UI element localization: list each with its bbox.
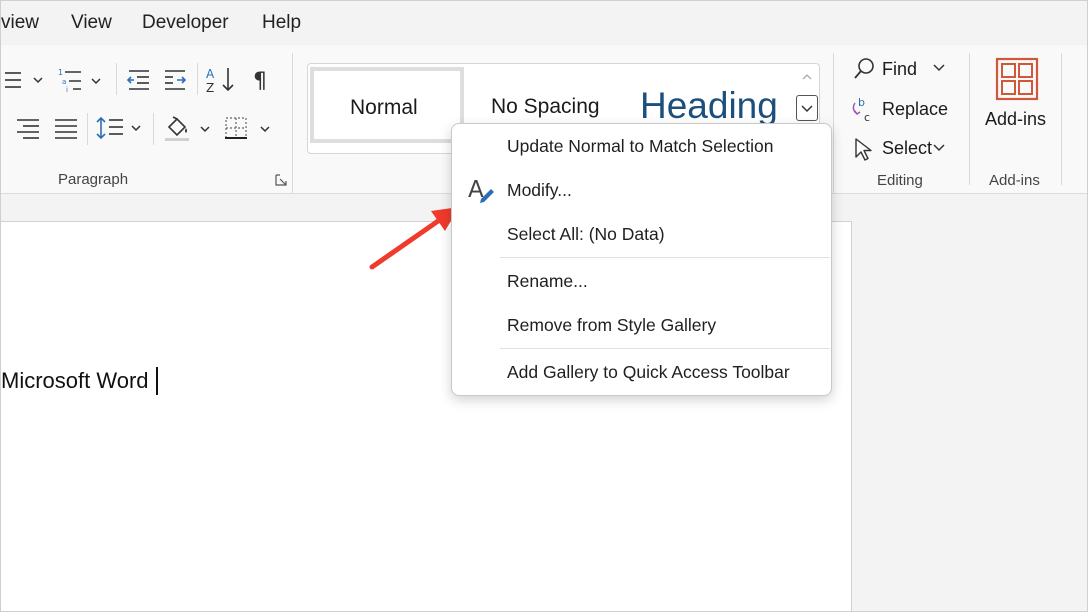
group-divider	[1061, 53, 1062, 185]
cursor-arrow-icon	[855, 138, 872, 161]
tab-view[interactable]: View	[71, 12, 112, 34]
show-formatting-marks-icon[interactable]: ¶	[251, 67, 273, 93]
style-normal[interactable]: Normal	[310, 67, 464, 143]
gallery-more-button[interactable]	[796, 95, 818, 121]
replace-icon: b c	[852, 96, 870, 124]
menu-item-modify[interactable]: Modify...	[507, 180, 572, 201]
tab-review[interactable]: view	[1, 12, 39, 34]
group-divider	[833, 53, 834, 193]
gallery-scroll-up[interactable]	[797, 65, 817, 89]
style-normal-label: Normal	[350, 96, 418, 119]
select-button[interactable]: Select	[849, 135, 949, 163]
modify-style-icon: A	[468, 177, 494, 203]
svg-text:A: A	[206, 67, 215, 81]
tab-help[interactable]: Help	[262, 12, 301, 34]
find-button[interactable]: Find	[849, 55, 949, 83]
paragraph-dialog-launcher-icon[interactable]	[274, 173, 288, 187]
divider	[197, 63, 198, 95]
search-icon	[854, 58, 874, 79]
menu-item-update-normal[interactable]: Update Normal to Match Selection	[507, 136, 774, 157]
svg-text:1: 1	[58, 68, 63, 77]
menu-item-rename[interactable]: Rename...	[507, 271, 588, 292]
replace-button[interactable]: b c Replace	[849, 95, 949, 125]
chevron-down-icon	[933, 64, 945, 72]
multilevel-list-icon[interactable]: 1 a i	[57, 65, 105, 95]
justify-icon[interactable]	[53, 117, 79, 139]
svg-text:Z: Z	[206, 81, 214, 95]
add-ins-button[interactable]: Add-ins	[979, 55, 1057, 133]
align-right-icon[interactable]	[15, 117, 41, 139]
menu-item-add-gallery-to-qat[interactable]: Add Gallery to Quick Access Toolbar	[507, 362, 790, 383]
replace-label: Replace	[882, 99, 949, 119]
chevron-down-icon	[933, 144, 945, 152]
editing-group-label: Editing	[877, 172, 923, 189]
menu-separator	[500, 348, 830, 349]
line-spacing-icon[interactable]	[95, 115, 147, 143]
decrease-indent-icon[interactable]	[125, 67, 151, 91]
shading-icon[interactable]	[163, 113, 213, 143]
svg-text:¶: ¶	[253, 69, 267, 93]
increase-indent-icon[interactable]	[163, 67, 189, 91]
divider	[87, 113, 88, 145]
text-cursor	[156, 367, 158, 395]
borders-icon[interactable]	[223, 115, 275, 143]
bullets-icon[interactable]	[1, 67, 47, 93]
document-text[interactable]: Microsoft Word	[1, 368, 149, 394]
menu-separator	[500, 257, 830, 258]
style-heading-label: Heading	[640, 85, 778, 126]
style-context-menu	[451, 123, 832, 396]
ribbon-tab-bar: view View Developer Help	[1, 1, 1087, 45]
add-ins-button-label: Add-ins	[985, 109, 1047, 129]
group-divider	[969, 53, 970, 185]
paragraph-group-label: Paragraph	[58, 171, 129, 188]
divider	[116, 63, 117, 95]
svg-text:i: i	[66, 86, 68, 94]
tab-developer[interactable]: Developer	[142, 12, 229, 34]
menu-item-remove-from-gallery[interactable]: Remove from Style Gallery	[507, 315, 716, 336]
add-ins-icon	[995, 57, 1039, 101]
group-divider	[292, 53, 293, 193]
svg-text:a: a	[62, 78, 66, 86]
svg-text:c: c	[864, 111, 870, 124]
divider	[153, 113, 154, 145]
find-label: Find	[882, 59, 918, 79]
sort-icon[interactable]: A Z	[205, 65, 237, 95]
menu-item-select-all[interactable]: Select All: (No Data)	[507, 224, 665, 245]
svg-text:b: b	[858, 96, 865, 109]
add-ins-group-label: Add-ins	[989, 172, 1040, 189]
style-no-spacing-label: No Spacing	[491, 95, 600, 118]
word-window: view View Developer Help 1 a i A Z ¶ Par…	[0, 0, 1088, 612]
select-label: Select	[882, 138, 933, 158]
